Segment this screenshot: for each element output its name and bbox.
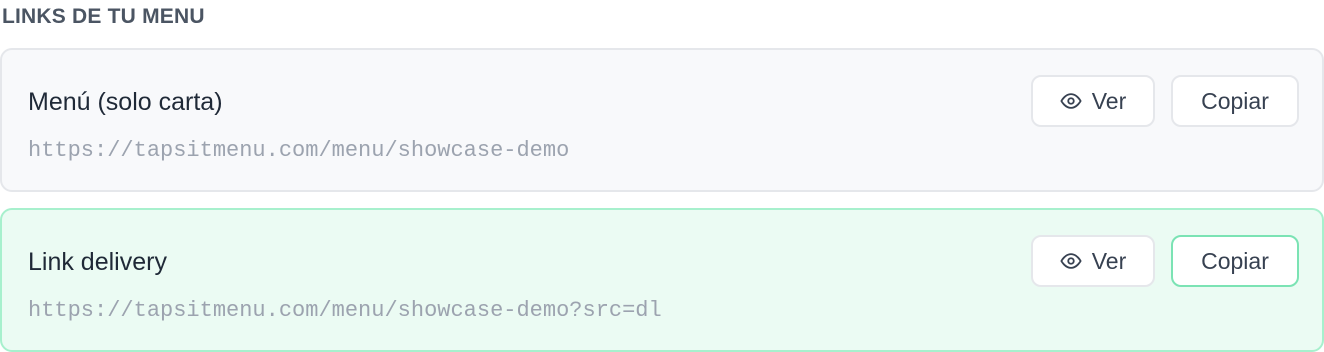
copy-button-label: Copiar — [1201, 87, 1269, 114]
copy-button-label: Copiar — [1201, 247, 1269, 274]
link-url: https://tapsitmenu.com/menu/showcase-dem… — [28, 138, 570, 163]
link-name: Link delivery — [28, 248, 167, 276]
link-name: Menú (solo carta) — [28, 88, 223, 116]
view-button-label: Ver — [1091, 87, 1127, 114]
view-button[interactable]: Ver — [1031, 235, 1155, 287]
link-card-menu: Menú (solo carta) https://tapsitmenu.com… — [0, 48, 1324, 192]
view-button-label: Ver — [1091, 247, 1127, 274]
eye-icon — [1060, 253, 1082, 269]
section-title: LINKS DE TU MENU — [2, 5, 205, 28]
view-button[interactable]: Ver — [1031, 75, 1155, 127]
link-url: https://tapsitmenu.com/menu/showcase-dem… — [28, 298, 662, 323]
eye-icon — [1060, 93, 1082, 109]
copy-button[interactable]: Copiar — [1171, 235, 1299, 287]
link-card-delivery: Link delivery https://tapsitmenu.com/men… — [0, 208, 1324, 352]
copy-button[interactable]: Copiar — [1171, 75, 1299, 127]
